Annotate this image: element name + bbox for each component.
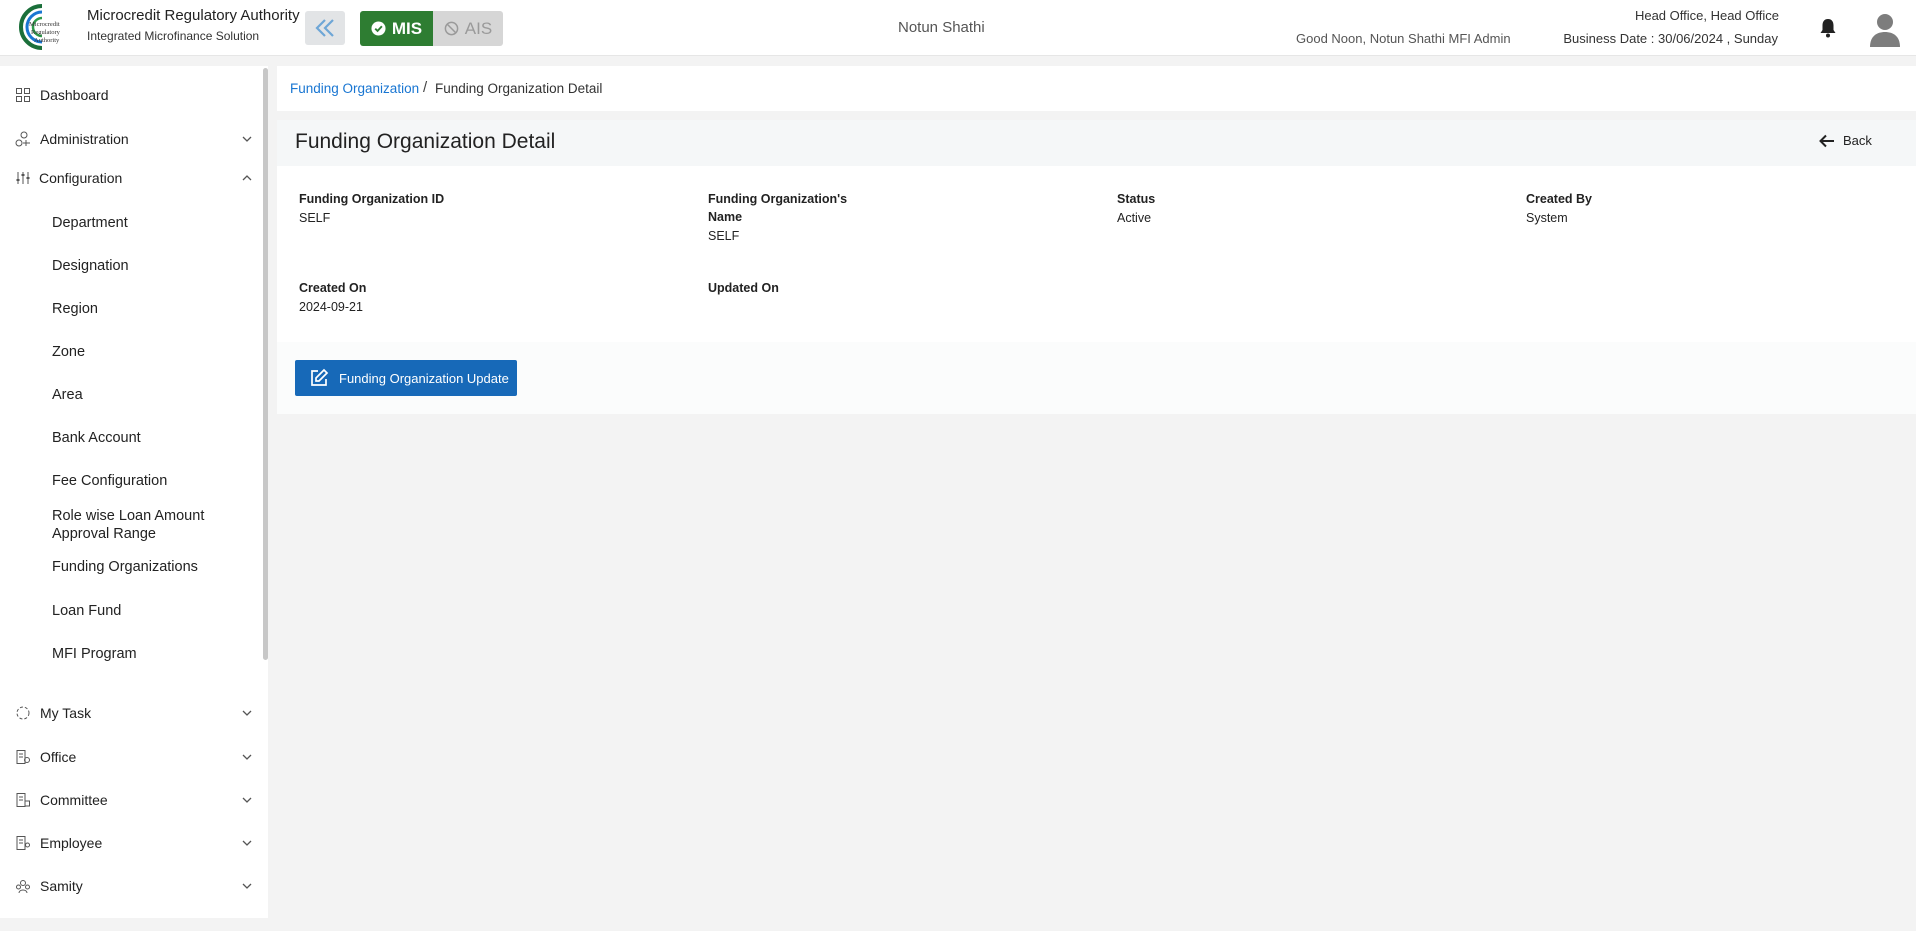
task-icon [16, 706, 30, 720]
sidebar-subitem-bank-account[interactable]: Bank Account [52, 430, 141, 446]
back-button[interactable]: Back [1819, 133, 1872, 148]
back-label: Back [1843, 133, 1872, 148]
field-label-funding-org-id: Funding Organization ID [299, 192, 445, 206]
field-label-status: Status [1117, 192, 1156, 206]
sidebar-subitem-mfi-program[interactable]: MFI Program [52, 646, 137, 662]
office-icon [16, 750, 30, 764]
field-value-created-on: 2024-09-21 [299, 300, 363, 314]
business-date: Business Date : 30/06/2024 , Sunday [1563, 31, 1778, 46]
field-label-funding-org-name: Funding Organization's Name [708, 192, 848, 224]
arrow-left-icon [1819, 134, 1834, 147]
sidebar-subitem-department[interactable]: Department [52, 215, 128, 231]
sidebar-subitem-fee-configuration[interactable]: Fee Configuration [52, 473, 167, 489]
page-title: Funding Organization Detail [295, 130, 556, 153]
sidebar-item-committee[interactable]: Committee [0, 785, 260, 815]
chevron-down-icon [242, 136, 252, 142]
svg-text:Regulatory: Regulatory [31, 29, 61, 36]
sidebar-item-configuration[interactable]: Configuration [0, 163, 260, 193]
breadcrumb: Funding Organization / Funding Organizat… [277, 66, 1916, 111]
field-value-funding-org-name: SELF [708, 229, 740, 243]
detail-card-header: Funding Organization Detail Back [277, 120, 1916, 166]
sidebar-item-label: Employee [40, 835, 103, 851]
funding-organization-update-button[interactable]: Funding Organization Update [295, 360, 517, 396]
sidebar-item-label: Committee [40, 792, 108, 808]
sidebar-item-label: My Task [40, 705, 92, 721]
field-value-created-by: System [1526, 211, 1568, 225]
dashboard-icon [16, 88, 30, 102]
greeting-text: Good Noon, Notun Shathi MFI Admin [1296, 31, 1511, 46]
svg-text:Microcredit: Microcredit [29, 21, 60, 28]
chevron-down-icon [242, 710, 252, 716]
sidebar-subitem-zone[interactable]: Zone [52, 344, 85, 360]
mode-mis-button[interactable]: MIS [360, 11, 433, 46]
sidebar-item-label: Samity [40, 878, 83, 894]
field-value-funding-org-id: SELF [299, 211, 331, 225]
sidebar-item-samity[interactable]: Samity [0, 871, 260, 901]
field-value-status: Active [1117, 211, 1152, 225]
sidebar-item-label: Administration [40, 131, 129, 147]
field-label-created-on: Created On [299, 281, 367, 295]
brand-subtitle: Integrated Microfinance Solution [87, 29, 260, 43]
committee-icon [16, 793, 30, 807]
configuration-icon [16, 172, 30, 184]
sidebar-item-label: Dashboard [40, 87, 109, 103]
chevron-down-icon [242, 797, 252, 803]
detail-fields: Funding Organization ID SELF Funding Org… [277, 166, 1916, 342]
sidebar: Dashboard Administration Configuration D… [0, 66, 268, 918]
mode-ais-label: AIS [464, 18, 493, 38]
notification-bell-icon[interactable] [1818, 17, 1838, 39]
block-icon [444, 21, 459, 36]
double-chevron-left-icon [315, 19, 334, 37]
brand-title: Microcredit Regulatory Authority [87, 7, 300, 24]
breadcrumb-separator: / [423, 79, 428, 96]
mode-mis-label: MIS [391, 18, 423, 38]
sidebar-subitem-region[interactable]: Region [52, 301, 98, 317]
sidebar-item-label: Office [40, 749, 77, 765]
update-button-label: Funding Organization Update [339, 370, 509, 386]
office-name: Head Office, Head Office [1634, 8, 1779, 23]
sidebar-subitem-funding-organizations[interactable]: Funding Organizations [52, 559, 198, 575]
mode-switch: MIS AIS [360, 11, 503, 46]
chevron-up-icon [242, 175, 252, 181]
svg-text:Authority: Authority [34, 37, 60, 44]
user-avatar-icon[interactable] [1868, 10, 1902, 48]
sidebar-subitem-loan-fund[interactable]: Loan Fund [52, 603, 121, 619]
sidebar-subitem-role-loan-approval[interactable]: Role wise Loan Amount Approval Range [52, 507, 222, 543]
sidebar-scrollbar[interactable] [263, 68, 268, 660]
sidebar-item-employee[interactable]: Employee [0, 828, 260, 858]
employee-icon [16, 836, 30, 850]
sidebar-subitem-designation[interactable]: Designation [52, 258, 129, 274]
top-bar: Microcredit Regulatory Authority Microcr… [0, 0, 1916, 56]
samity-icon [16, 880, 30, 894]
sidebar-item-my-task[interactable]: My Task [0, 698, 260, 728]
sidebar-item-office[interactable]: Office [0, 742, 260, 772]
chevron-down-icon [242, 840, 252, 846]
sidebar-item-administration[interactable]: Administration [0, 124, 260, 154]
check-circle-icon [371, 21, 386, 36]
breadcrumb-funding-organization[interactable]: Funding Organization [290, 81, 419, 96]
administration-icon [15, 131, 30, 147]
sidebar-item-dashboard[interactable]: Dashboard [0, 80, 260, 110]
sidebar-item-label: Configuration [39, 170, 123, 186]
chevron-down-icon [242, 754, 252, 760]
field-label-created-by: Created By [1526, 192, 1592, 206]
mra-logo: Microcredit Regulatory Authority [19, 4, 61, 50]
organization-name: Notun Shathi [898, 19, 985, 36]
detail-card: Funding Organization Detail Back Funding… [277, 120, 1916, 414]
field-label-updated-on: Updated On [708, 281, 779, 295]
breadcrumb-current: Funding Organization Detail [435, 81, 603, 96]
edit-icon [311, 368, 329, 386]
collapse-sidebar-button[interactable] [305, 11, 345, 45]
sidebar-subitem-area[interactable]: Area [52, 387, 83, 403]
mode-ais-button[interactable]: AIS [433, 11, 503, 46]
chevron-down-icon [242, 883, 252, 889]
